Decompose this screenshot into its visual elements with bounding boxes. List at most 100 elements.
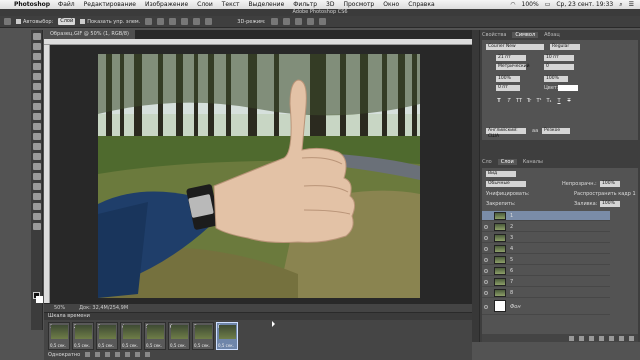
subscript-button[interactable]: T₁ xyxy=(546,98,552,104)
3d-roll-icon[interactable] xyxy=(282,18,290,25)
menu-item-layers[interactable]: Слои xyxy=(197,1,213,8)
eye-icon[interactable] xyxy=(484,291,488,295)
3d-scale-icon[interactable] xyxy=(318,18,326,25)
layer-filter-kind[interactable]: Вид xyxy=(486,171,516,177)
eye-icon[interactable] xyxy=(484,258,488,262)
frame-delay[interactable]: 0,5 сек. xyxy=(218,343,234,348)
adjustment-icon[interactable] xyxy=(599,335,604,341)
healing-brush-tool-icon[interactable] xyxy=(33,93,41,100)
horizontal-ruler[interactable] xyxy=(44,39,472,45)
background-color-swatch[interactable] xyxy=(36,296,43,303)
small-caps-button[interactable]: Tr xyxy=(526,98,532,104)
eraser-tool-icon[interactable] xyxy=(33,133,41,140)
clone-stamp-tool-icon[interactable] xyxy=(33,113,41,120)
trash-icon[interactable] xyxy=(629,335,634,341)
battery-label[interactable]: 100% xyxy=(522,1,539,8)
eye-icon[interactable] xyxy=(484,280,488,284)
timeline-frame[interactable]: 4 0,5 сек. xyxy=(120,322,142,350)
doc-size[interactable]: Док: 32,4M/254,9M xyxy=(79,305,128,311)
align-right-icon[interactable] xyxy=(205,18,213,25)
superscript-button[interactable]: T¹ xyxy=(536,98,542,104)
frame-delay[interactable]: 0,5 сек. xyxy=(50,343,66,348)
layer-row[interactable]: 7 xyxy=(482,277,610,287)
timeline-frame[interactable]: 1 0,5 сек. xyxy=(48,322,70,350)
layer-row[interactable]: 6 xyxy=(482,266,610,276)
frame-delay[interactable]: 0,5 сек. xyxy=(74,343,90,348)
propagate-frame-checkbox[interactable]: Распространить кадр 1 xyxy=(574,191,636,197)
hand-tool-icon[interactable] xyxy=(33,213,41,220)
all-caps-button[interactable]: TT xyxy=(516,98,522,104)
tab-character[interactable]: Символ xyxy=(512,32,539,38)
menu-item-filter[interactable]: Фильтр xyxy=(293,1,317,8)
underline-button[interactable]: T xyxy=(556,98,562,104)
antialias-select[interactable]: Резкое xyxy=(542,128,570,134)
frame-delay[interactable]: 0,5 сек. xyxy=(146,343,162,348)
autoselect-checkbox[interactable]: Автовыбор: xyxy=(16,18,53,25)
dodge-tool-icon[interactable] xyxy=(33,163,41,170)
notifications-icon[interactable]: ☰ xyxy=(629,1,634,8)
layer-row[interactable]: 2 xyxy=(482,222,610,232)
eye-icon[interactable] xyxy=(484,269,488,273)
autoselect-target-select[interactable]: Слой xyxy=(58,18,76,25)
horizontal-scale-field[interactable]: 100% xyxy=(544,76,568,82)
timeline-frame[interactable]: 2 0,5 сек. xyxy=(72,322,94,350)
link-layers-icon[interactable] xyxy=(569,335,574,341)
frame-delay[interactable]: 0,5 сек. xyxy=(98,343,114,348)
timeline-frame-selected[interactable]: 8 0,5 сек. xyxy=(216,322,238,350)
clock[interactable]: Ср, 23 сент. 19:33 xyxy=(556,1,613,8)
eyedropper-tool-icon[interactable] xyxy=(33,83,41,90)
eye-icon[interactable] xyxy=(484,225,488,229)
lasso-tool-icon[interactable] xyxy=(33,53,41,60)
menu-item-text[interactable]: Текст xyxy=(222,1,240,8)
gradient-tool-icon[interactable] xyxy=(33,143,41,150)
kerning-field[interactable]: Метрический xyxy=(496,64,530,70)
app-menu[interactable]: Photoshop xyxy=(14,1,50,8)
layer-row[interactable]: 4 xyxy=(482,244,610,254)
zoom-tool-icon[interactable] xyxy=(33,223,41,230)
type-tool-icon[interactable] xyxy=(33,183,41,190)
layer-row[interactable]: 3 xyxy=(482,233,610,243)
menu-item-edit[interactable]: Редактирование xyxy=(84,1,136,8)
duplicate-frame-icon[interactable] xyxy=(135,352,141,357)
align-middle-icon[interactable] xyxy=(157,18,165,25)
frame-delay[interactable]: 0,5 сек. xyxy=(194,343,210,348)
eye-icon[interactable] xyxy=(484,236,488,240)
menu-item-help[interactable]: Справка xyxy=(408,1,434,8)
3d-pan-icon[interactable] xyxy=(294,18,302,25)
leading-field[interactable]: 10 пт xyxy=(544,55,574,61)
menu-item-view[interactable]: Просмотр xyxy=(343,1,374,8)
strikethrough-button[interactable]: T xyxy=(566,98,572,104)
prev-frame-icon[interactable] xyxy=(95,352,101,357)
shape-tool-icon[interactable] xyxy=(33,203,41,210)
layer-row-background[interactable]: Фон xyxy=(482,299,610,315)
eye-icon[interactable] xyxy=(484,305,488,309)
move-tool-icon[interactable] xyxy=(4,18,11,25)
menu-item-window[interactable]: Окно xyxy=(383,1,399,8)
align-top-icon[interactable] xyxy=(145,18,153,25)
path-select-tool-icon[interactable] xyxy=(33,193,41,200)
align-center-icon[interactable] xyxy=(193,18,201,25)
play-icon[interactable] xyxy=(105,352,111,357)
layer-row[interactable]: 1 xyxy=(482,211,610,221)
tween-icon[interactable] xyxy=(125,352,131,357)
timeline-frame[interactable]: 5 0,5 сек. xyxy=(144,322,166,350)
font-size-field[interactable]: 21 пт xyxy=(496,55,526,61)
tracking-field[interactable]: 0 xyxy=(544,64,574,70)
tab-layers-collapsed[interactable]: Сло xyxy=(482,159,492,165)
menu-item-file[interactable]: Файл xyxy=(58,1,75,8)
timeline-frame[interactable]: 7 0,5 сек. xyxy=(192,322,214,350)
fill-field[interactable]: 100% xyxy=(600,201,620,207)
3d-slide-icon[interactable] xyxy=(306,18,314,25)
menu-item-3d[interactable]: 3D xyxy=(326,1,334,8)
fx-icon[interactable] xyxy=(579,335,584,341)
timeline-frame[interactable]: 6 0,5 сек. xyxy=(168,322,190,350)
opacity-field[interactable]: 100% xyxy=(600,181,620,187)
menu-item-image[interactable]: Изображение xyxy=(145,1,188,8)
search-icon[interactable]: ⌕ xyxy=(619,1,622,9)
tab-paragraph[interactable]: Абзац xyxy=(544,32,560,38)
text-color-swatch[interactable] xyxy=(558,85,578,91)
next-frame-icon[interactable] xyxy=(115,352,121,357)
blend-mode-select[interactable]: Обычные xyxy=(486,181,526,187)
frame-delay[interactable]: 0,5 сек. xyxy=(122,343,138,348)
layer-row[interactable]: 5 xyxy=(482,255,610,265)
